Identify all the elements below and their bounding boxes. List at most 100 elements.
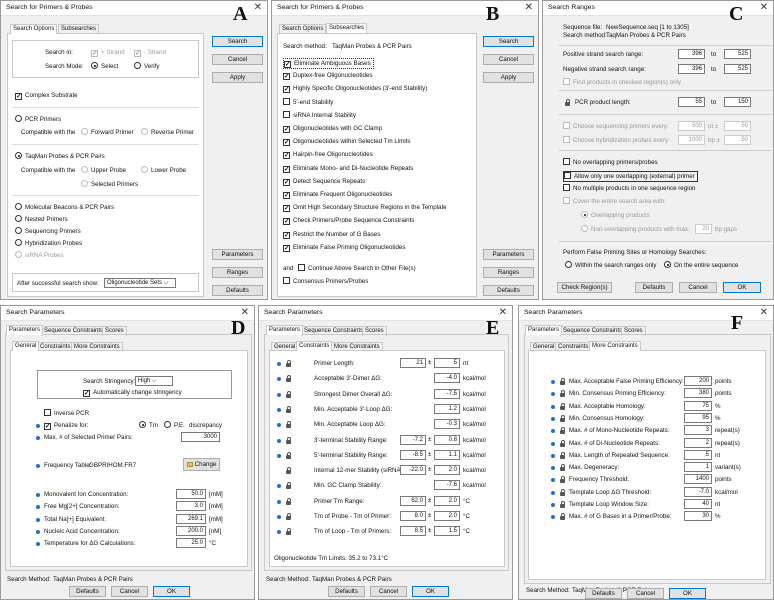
param-input[interactable]: 3.0 bbox=[176, 501, 206, 512]
negative-range-from[interactable]: 396 bbox=[678, 64, 705, 74]
selected-primers-radio[interactable]: Selected Primers bbox=[81, 180, 138, 189]
subsearch-checkbox[interactable]: ✓ Oligonucleotides within Selected Tm Lim… bbox=[283, 137, 411, 147]
entire-sequence-radio[interactable]: On the entire sequence bbox=[664, 261, 738, 270]
cancel-button[interactable]: Cancel bbox=[370, 586, 407, 597]
param-input[interactable]: -0.3 bbox=[434, 419, 460, 430]
subsearch-checkbox[interactable]: ✓ Detect Sequence Repeats bbox=[283, 177, 365, 186]
lock-icon[interactable] bbox=[286, 482, 291, 490]
lock-icon[interactable] bbox=[286, 467, 291, 475]
tab-parameters[interactable]: Parameters bbox=[525, 325, 563, 335]
subsearch-checkbox[interactable]: ✓ Eliminate False Priming Oligonucleotide… bbox=[283, 243, 405, 252]
lower-probe-radio[interactable]: Lower Probe bbox=[141, 166, 186, 175]
param-input[interactable]: 95 bbox=[684, 412, 712, 423]
consensus-checkbox[interactable]: Consensus Primers/Probes bbox=[283, 277, 368, 286]
tab-subsearches[interactable]: Subsearches bbox=[326, 23, 368, 33]
param-input[interactable]: 200.0 bbox=[176, 525, 206, 536]
subsearch-checkbox[interactable]: ✓ Restrict the Number of G Bases bbox=[283, 230, 380, 239]
checked-regions-checkbox[interactable]: Find products in checked region(s) only bbox=[563, 78, 681, 87]
ok-button[interactable]: OK bbox=[412, 586, 449, 597]
defaults-button[interactable]: Defaults bbox=[69, 586, 106, 597]
pcr-length-to[interactable]: 150 bbox=[724, 97, 751, 107]
hybridization-every-checkbox[interactable]: Choose hybridization probes every: bbox=[563, 136, 670, 145]
lock-icon[interactable] bbox=[286, 405, 291, 413]
param-input[interactable]: 5 bbox=[434, 358, 460, 368]
hybridization-probes-radio[interactable]: Hybridization Probes bbox=[15, 239, 82, 248]
tm-radio[interactable]: Tm bbox=[139, 421, 158, 430]
ranges-button[interactable]: Ranges bbox=[483, 267, 534, 278]
param-input[interactable]: -7.5 bbox=[434, 388, 460, 399]
after-search-select[interactable]: Oligonucleotide Sets ⌵ bbox=[104, 278, 176, 288]
param-input[interactable]: 200 bbox=[684, 376, 712, 386]
ok-button[interactable]: OK bbox=[669, 588, 706, 599]
param-input[interactable]: -7.2 bbox=[400, 434, 426, 445]
param-input[interactable]: 269.1 bbox=[176, 513, 206, 524]
param-input[interactable]: -22.0 bbox=[400, 465, 426, 476]
positive-range-to[interactable]: 525 bbox=[724, 49, 751, 59]
penalize-checkbox[interactable]: ✓ Penalize for: bbox=[44, 421, 88, 430]
parameters-button[interactable]: Parameters bbox=[483, 249, 534, 260]
param-input[interactable]: 21 bbox=[400, 358, 426, 368]
subsearch-checkbox[interactable]: ✓ Eliminate Frequent Oligonucleotides bbox=[283, 190, 392, 199]
lock-icon[interactable] bbox=[560, 476, 565, 484]
within-ranges-radio[interactable]: Within the search ranges only bbox=[565, 261, 657, 270]
defaults-button[interactable]: Defaults bbox=[212, 285, 263, 296]
ok-button[interactable]: OK bbox=[723, 282, 761, 293]
lock-icon[interactable] bbox=[286, 513, 291, 520]
verify-radio[interactable]: Verify bbox=[134, 62, 159, 71]
no-multiple-checkbox[interactable]: No multiple products in one sequence reg… bbox=[563, 184, 695, 193]
param-input[interactable]: 1 bbox=[684, 462, 712, 473]
ranges-button[interactable]: Ranges bbox=[212, 267, 263, 278]
param-input[interactable]: 380 bbox=[684, 388, 712, 399]
lock-icon[interactable] bbox=[560, 402, 565, 410]
negative-range-to[interactable]: 525 bbox=[724, 64, 751, 74]
hybridization-tolerance[interactable]: 50 bbox=[724, 135, 751, 145]
sequencing-primers-radio[interactable]: Sequencing Primers bbox=[15, 227, 81, 236]
sequencing-every-checkbox[interactable]: Choose sequencing primers every: bbox=[563, 122, 669, 131]
subsearch-checkbox[interactable]: ✓ Duplex-free Oligonucleotides bbox=[283, 71, 372, 81]
subtab-constraints[interactable]: Constraints bbox=[296, 341, 333, 351]
change-button[interactable]: Change bbox=[183, 458, 220, 471]
param-input[interactable]: 1.5 bbox=[434, 526, 460, 537]
tab-parameters[interactable]: Parameters bbox=[6, 325, 44, 335]
close-icon[interactable]: ✕ bbox=[760, 2, 768, 14]
param-input[interactable]: 75 bbox=[684, 400, 712, 411]
param-input[interactable]: 2.0 bbox=[434, 511, 460, 521]
param-input[interactable]: 40 bbox=[684, 499, 712, 509]
non-overlapping-radio[interactable]: Non-overlapping products with max. bbox=[581, 225, 690, 234]
cancel-button[interactable]: Cancel bbox=[679, 282, 717, 293]
continue-search-checkbox[interactable]: Continue Above Search in Other File(s) bbox=[298, 264, 416, 273]
close-icon[interactable]: ✕ bbox=[254, 2, 262, 14]
param-input[interactable]: -7.6 bbox=[434, 480, 460, 491]
subsearch-checkbox[interactable]: ✓ Highly Specific Oligonucleotides (3'-en… bbox=[283, 84, 427, 94]
defaults-button[interactable]: Defaults bbox=[483, 285, 534, 296]
stringency-select[interactable]: High ⌵ bbox=[135, 376, 173, 386]
parameters-button[interactable]: Parameters bbox=[212, 249, 263, 260]
check-regions-button[interactable]: Check Region(s) bbox=[557, 282, 612, 293]
param-input[interactable]: 2.0 bbox=[434, 465, 460, 476]
param-input[interactable]: 2.0 bbox=[434, 495, 460, 506]
minus-strand-checkbox[interactable]: ✓ - Strand bbox=[134, 48, 166, 57]
defaults-button[interactable]: Defaults bbox=[585, 588, 622, 599]
param-input[interactable]: -4.0 bbox=[434, 373, 460, 384]
lock-icon[interactable] bbox=[560, 378, 565, 385]
subsearch-checkbox[interactable]: ✓ Omit High Secondary Structure Regions i… bbox=[283, 203, 447, 213]
lock-icon[interactable] bbox=[286, 451, 291, 459]
lock-icon[interactable] bbox=[286, 497, 291, 505]
lock-icon[interactable] bbox=[286, 360, 291, 367]
close-icon[interactable]: ✕ bbox=[760, 307, 768, 319]
pe-radio[interactable]: P.E. bbox=[164, 421, 185, 430]
param-input[interactable]: -8.5 bbox=[400, 449, 426, 460]
search-button[interactable]: Search bbox=[483, 36, 534, 47]
max-pairs-input[interactable]: 3000 bbox=[181, 432, 220, 442]
inverse-pcr-checkbox[interactable]: Inverse PCR bbox=[44, 409, 89, 418]
param-input[interactable]: -7.0 bbox=[684, 486, 712, 497]
param-input[interactable]: 50.0 bbox=[176, 489, 206, 499]
lock-icon[interactable] bbox=[286, 375, 291, 383]
lock-icon[interactable] bbox=[560, 464, 565, 472]
select-radio[interactable]: Select bbox=[91, 62, 118, 71]
lock-icon[interactable] bbox=[286, 528, 291, 536]
param-input[interactable]: 62.0 bbox=[400, 495, 426, 506]
lock-icon[interactable] bbox=[560, 414, 565, 422]
lock-icon[interactable] bbox=[560, 451, 565, 459]
close-icon[interactable]: ✕ bbox=[499, 307, 507, 319]
